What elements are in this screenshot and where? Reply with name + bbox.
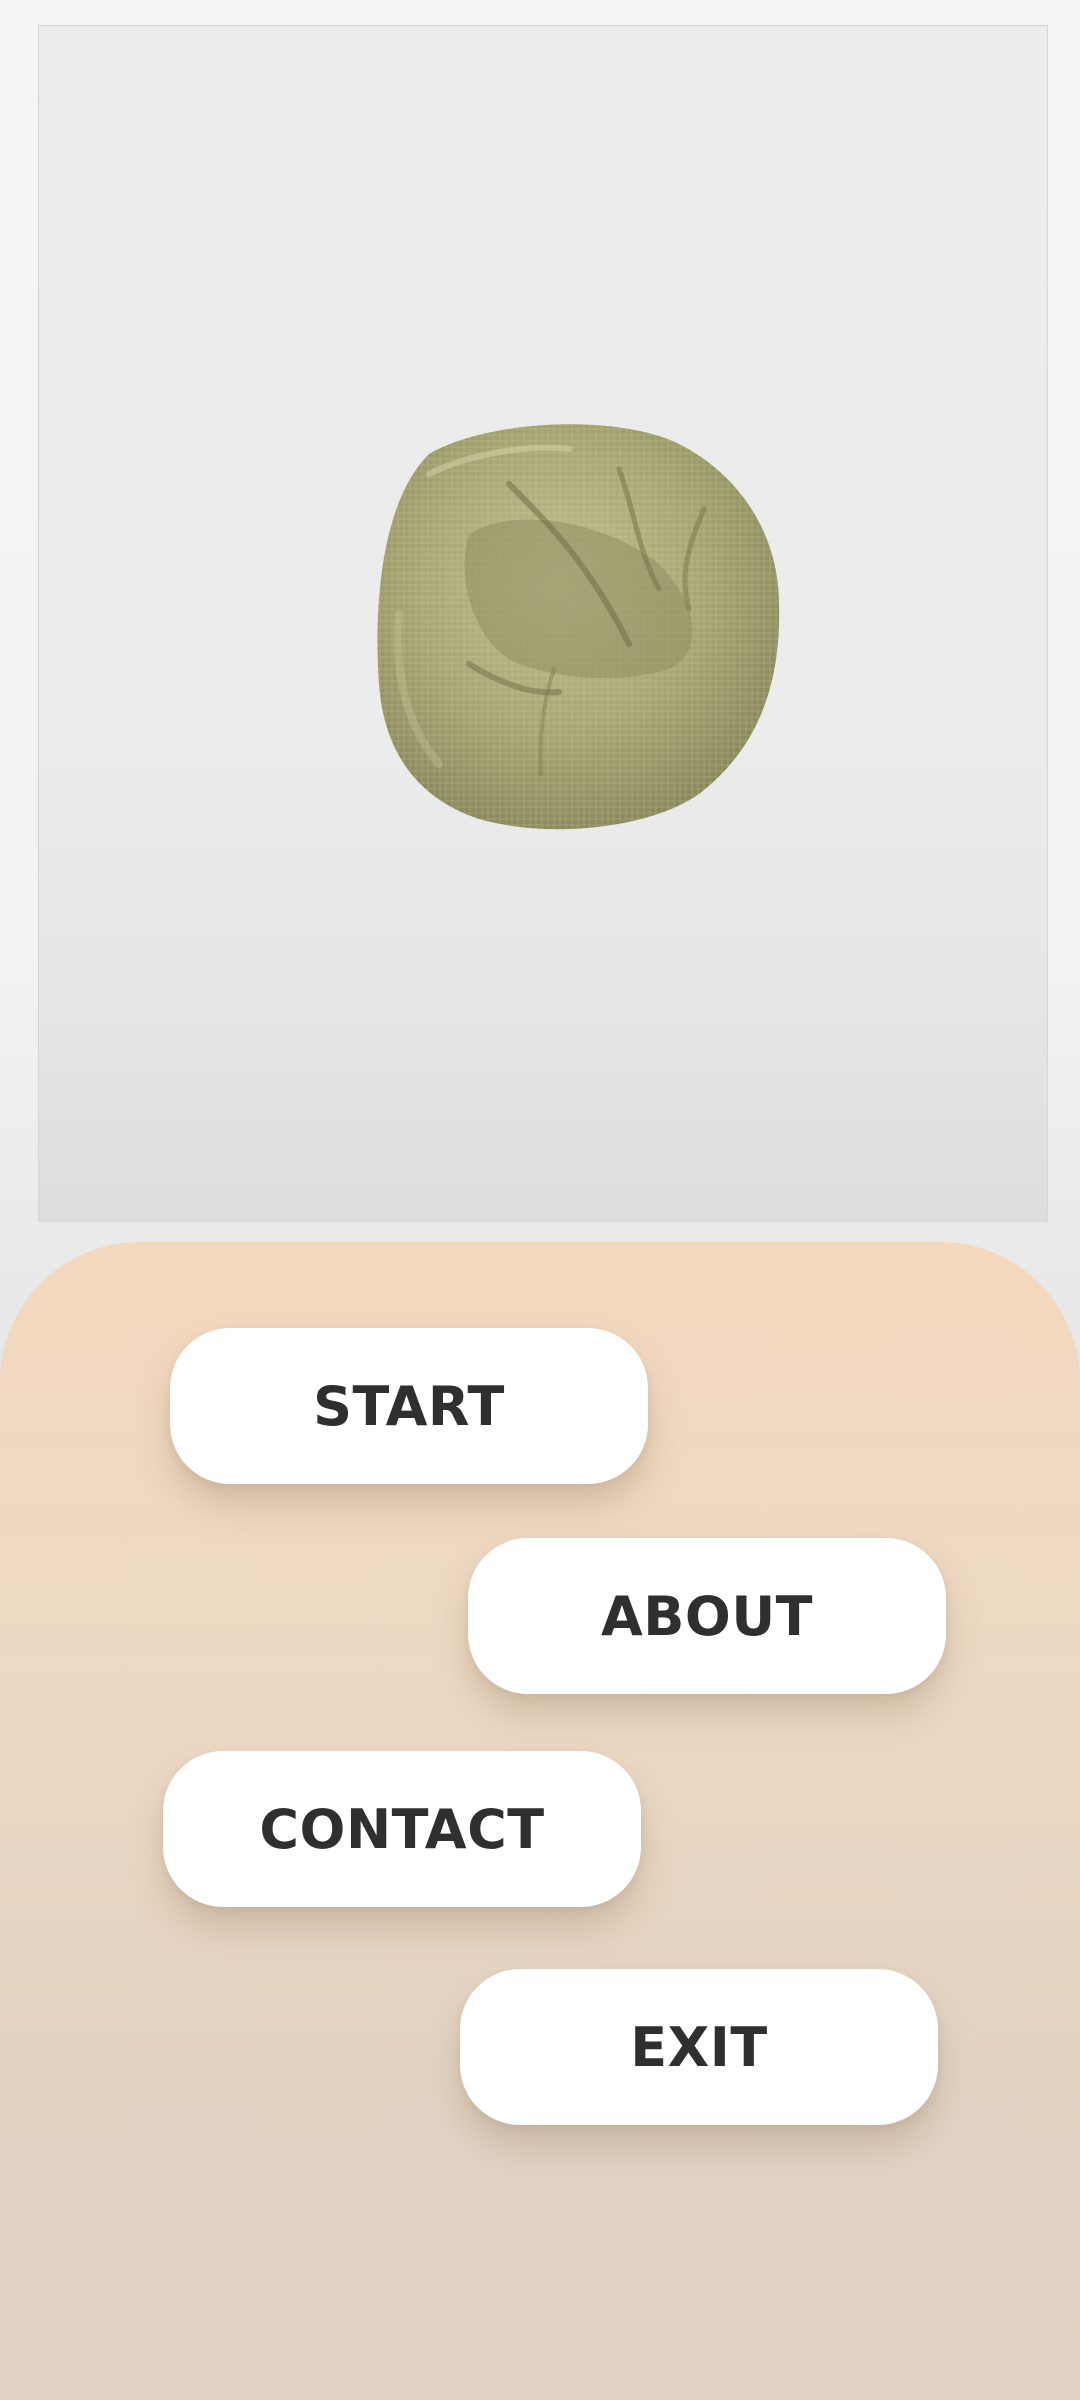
contact-button[interactable]: CONTACT	[163, 1751, 641, 1907]
bean-bag-image	[377, 424, 780, 830]
hero-panel	[38, 25, 1048, 1222]
exit-button[interactable]: EXIT	[460, 1969, 938, 2125]
start-button[interactable]: START	[170, 1328, 648, 1484]
about-button[interactable]: ABOUT	[468, 1538, 946, 1694]
